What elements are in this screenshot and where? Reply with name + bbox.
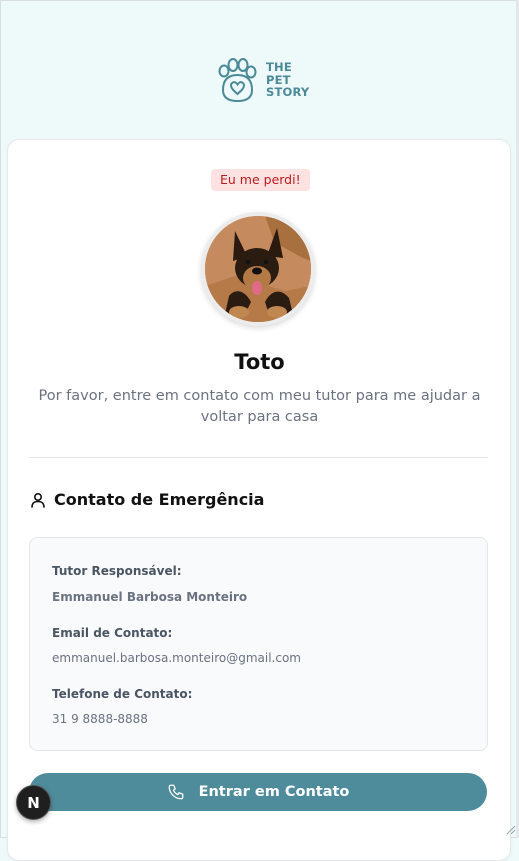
brand-line-1: THE	[266, 60, 292, 75]
pet-avatar	[205, 216, 311, 322]
email-label: Email de Contato:	[52, 626, 173, 640]
pet-avatar-ring	[201, 212, 315, 326]
resize-handle-icon[interactable]	[506, 825, 516, 835]
dog-photo	[205, 216, 311, 322]
lost-status-badge: Eu me perdi!	[211, 169, 310, 191]
section-divider	[29, 457, 488, 458]
pet-name: Toto	[234, 350, 285, 374]
email-value[interactable]: emmanuel.barbosa.monteiro@gmail.com	[52, 651, 301, 665]
brand-line-3: STORY	[266, 85, 310, 100]
user-icon	[31, 492, 45, 508]
contact-button[interactable]: Entrar em Contato	[29, 773, 487, 811]
emergency-contact-heading: Contato de Emergência	[30, 490, 264, 509]
emergency-contact-title: Contato de Emergência	[54, 490, 265, 509]
logo: THE PET STORY	[214, 57, 309, 103]
phone-label: Telefone de Contato:	[52, 687, 193, 701]
tutor-label: Tutor Responsável:	[52, 564, 182, 578]
phone-icon	[168, 784, 183, 800]
contact-button-label: Entrar em Contato	[198, 784, 350, 800]
phone-value[interactable]: 31 9 8888-8888	[52, 712, 148, 726]
tutor-name: Emmanuel Barbosa Monteiro	[52, 590, 248, 604]
nextjs-dev-badge[interactable]: N	[16, 785, 51, 820]
pet-help-message: Por favor, entre em contato com meu tuto…	[38, 388, 481, 425]
brand-name: THE PET STORY	[266, 61, 309, 99]
paw-heart-icon	[218, 58, 257, 103]
contact-info-box: Tutor Responsável: Emmanuel Barbosa Mont…	[29, 537, 488, 751]
